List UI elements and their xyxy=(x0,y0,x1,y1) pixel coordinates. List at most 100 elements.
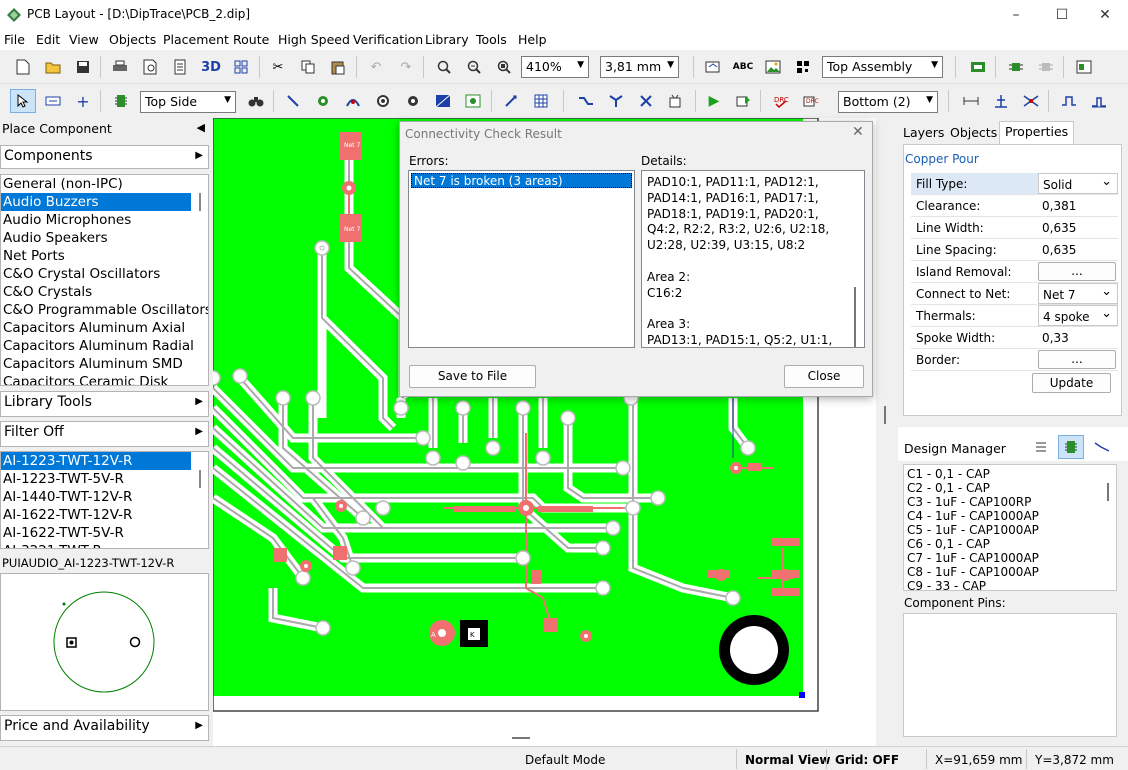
property-value[interactable]: Net 7 ⌄ xyxy=(1038,283,1118,304)
dialog-close-icon[interactable]: ✕ xyxy=(852,124,864,140)
menu-edit[interactable]: Edit xyxy=(36,32,60,47)
category-item[interactable]: General (non-IPC) xyxy=(1,175,208,193)
save-icon[interactable] xyxy=(72,56,94,78)
open-folder-icon[interactable] xyxy=(42,56,64,78)
undo-icon[interactable]: ↶ xyxy=(365,56,387,78)
property-value[interactable]: ... xyxy=(1038,262,1116,281)
update-button[interactable]: Update xyxy=(1032,373,1111,393)
property-value[interactable]: 0,635 xyxy=(1038,239,1118,260)
place-pad-icon[interactable] xyxy=(312,90,334,112)
zoom-out-icon[interactable] xyxy=(463,56,485,78)
menu-view[interactable]: View xyxy=(69,32,99,47)
diff-pair-icon[interactable] xyxy=(1088,90,1110,112)
save-to-file-button[interactable]: Save to File xyxy=(409,365,536,388)
scrollbar-thumb[interactable] xyxy=(1107,483,1109,501)
route-setup-icon[interactable] xyxy=(665,90,687,112)
component-tool-icon[interactable] xyxy=(110,90,132,112)
assembly-view-select[interactable]: Top Assembly ▼ xyxy=(822,56,943,78)
part-item[interactable]: AI-1223-TWT-12V-R xyxy=(1,452,191,470)
bottom-layer-select[interactable]: Bottom (2) ▼ xyxy=(838,91,938,113)
length-tuning-icon[interactable] xyxy=(1058,90,1080,112)
length-icon[interactable] xyxy=(960,90,982,112)
minimize-button[interactable]: – xyxy=(993,0,1039,30)
report-icon[interactable] xyxy=(169,56,191,78)
category-list[interactable]: General (non-IPC) Audio Buzzers Audio Micr… xyxy=(0,174,209,386)
category-item[interactable]: Capacitors Ceramic Disk xyxy=(1,373,208,385)
error-item[interactable]: Net 7 is broken (3 areas) xyxy=(411,173,632,188)
tab-layers[interactable]: Layers xyxy=(898,123,949,143)
filter-dropdown[interactable]: Filter Off ▶ xyxy=(0,421,209,447)
category-item[interactable]: C&O Crystals xyxy=(1,283,208,301)
copper-pour-icon[interactable] xyxy=(432,90,454,112)
menu-route[interactable]: Route xyxy=(233,32,269,47)
side-select[interactable]: Top Side ▼ xyxy=(140,91,236,113)
cross-route-icon[interactable] xyxy=(1020,90,1042,112)
close-button[interactable]: Close xyxy=(784,365,864,388)
redo-icon[interactable]: ↷ xyxy=(395,56,417,78)
component-list-item[interactable]: C9 - 33 - CAP xyxy=(904,579,1116,590)
zoom-select[interactable]: 410% ▼ xyxy=(521,56,589,78)
pointer-tool-icon[interactable] xyxy=(10,89,36,113)
print-icon[interactable] xyxy=(109,56,131,78)
component-list-item[interactable]: C6 - 0,1 - CAP xyxy=(904,537,1116,551)
text-abc-icon[interactable]: ABC xyxy=(732,56,754,78)
component-connect-icon[interactable] xyxy=(1005,56,1027,78)
parts-list[interactable]: AI-1223-TWT-12V-R AI-1223-TWT-5V-R AI-1440… xyxy=(0,451,209,549)
category-item[interactable]: C&O Crystal Oscillators xyxy=(1,265,208,283)
unroute-icon[interactable] xyxy=(635,90,657,112)
zoom-in-icon[interactable] xyxy=(433,56,455,78)
component-list-item[interactable]: C8 - 1uF - CAP1000AP xyxy=(904,565,1116,579)
part-item[interactable]: AI-1622-TWT-12V-R xyxy=(1,506,208,524)
maximize-button[interactable]: ☐ xyxy=(1039,0,1085,30)
category-item[interactable]: Capacitors Aluminum Radial xyxy=(1,337,208,355)
paste-icon[interactable] xyxy=(327,56,349,78)
scrollbar-thumb[interactable] xyxy=(199,193,201,211)
tab-properties[interactable]: Properties xyxy=(999,121,1075,145)
category-item[interactable]: Audio Speakers xyxy=(1,229,208,247)
category-item[interactable]: Audio Buzzers xyxy=(1,193,191,211)
copy-icon[interactable] xyxy=(297,56,319,78)
qr-code-icon[interactable] xyxy=(792,56,814,78)
details-text[interactable]: PAD10:1, PAD11:1, PAD12:1, PAD14:1, PAD16… xyxy=(641,170,865,348)
price-availability-dropdown[interactable]: Price and Availability ▶ xyxy=(0,715,209,741)
components-dropdown[interactable]: Components ▶ xyxy=(0,145,209,169)
category-item[interactable]: Audio Microphones xyxy=(1,211,208,229)
component-list-item[interactable]: C3 - 1uF - CAP100RP xyxy=(904,495,1116,509)
dimension-icon[interactable] xyxy=(500,90,522,112)
component-list-item[interactable]: C2 - 0,1 - CAP xyxy=(904,481,1116,495)
category-item[interactable]: Capacitors Aluminum Axial xyxy=(1,319,208,337)
collapse-arrow-icon[interactable]: ◀ xyxy=(197,121,205,134)
binoculars-icon[interactable] xyxy=(245,90,267,112)
library-tools-dropdown[interactable]: Library Tools ▶ xyxy=(0,391,209,417)
splitter-grip[interactable] xyxy=(512,737,530,739)
autoroute-trace-icon[interactable] xyxy=(575,90,597,112)
property-value[interactable]: Solid ⌄ xyxy=(1038,173,1118,194)
drc-check-icon[interactable]: DRC xyxy=(770,90,792,112)
panelize-icon[interactable] xyxy=(230,56,252,78)
property-value[interactable]: 0,381 xyxy=(1038,195,1118,216)
cut-icon[interactable]: ✂ xyxy=(267,56,289,78)
menu-placement[interactable]: Placement xyxy=(163,32,229,47)
tab-objects[interactable]: Objects xyxy=(945,123,1002,143)
menu-objects[interactable]: Objects xyxy=(109,32,156,47)
print-preview-icon[interactable] xyxy=(139,56,161,78)
property-value[interactable]: 0,635 xyxy=(1038,217,1118,238)
component-list-item[interactable]: C1 - 0,1 - CAP xyxy=(904,467,1116,481)
component-list-item[interactable]: C4 - 1uF - CAP1000AP xyxy=(904,509,1116,523)
part-item[interactable]: AI-3221-TWT-R xyxy=(1,542,208,548)
place-via-icon[interactable] xyxy=(372,90,394,112)
part-item[interactable]: AI-1223-TWT-5V-R xyxy=(1,470,208,488)
scrollbar-thumb[interactable] xyxy=(199,470,201,488)
component-list[interactable]: C1 - 0,1 - CAP C2 - 0,1 - CAP C3 - 1uF - C… xyxy=(903,464,1117,591)
property-value[interactable]: ... xyxy=(1038,350,1116,369)
part-item[interactable]: AI-1622-TWT-5V-R xyxy=(1,524,208,542)
part-item[interactable]: AI-1440-TWT-12V-R xyxy=(1,488,208,506)
panning-icon[interactable] xyxy=(42,90,64,112)
view-3d-button[interactable]: 3D xyxy=(198,56,224,78)
dm-connections-icon[interactable] xyxy=(1091,436,1113,458)
grid-size-select[interactable]: 3,81 mm ▼ xyxy=(600,56,679,78)
menu-high-speed[interactable]: High Speed xyxy=(278,32,350,47)
property-value[interactable]: 0,33 xyxy=(1038,327,1118,348)
run-autorouter-icon[interactable]: ▶ xyxy=(703,90,725,112)
image-icon[interactable] xyxy=(762,56,784,78)
